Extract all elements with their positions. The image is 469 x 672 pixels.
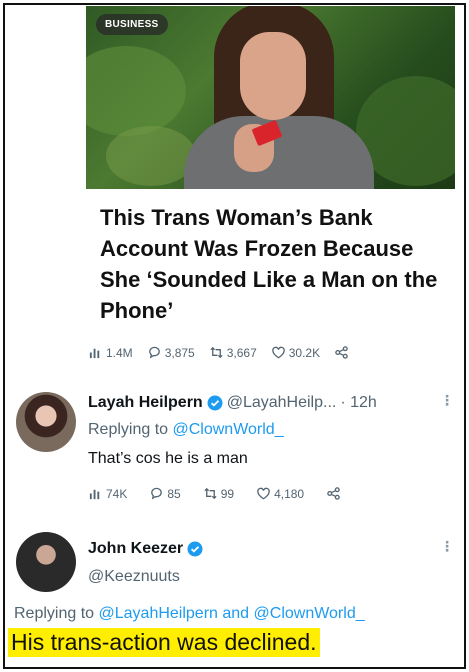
verified-badge-icon [187, 541, 203, 557]
mention-link[interactable]: @ClownWorld_ [173, 421, 284, 438]
display-name[interactable]: John Keezer [88, 540, 183, 558]
retweet-count: 3,667 [226, 345, 257, 360]
article-headline[interactable]: This Trans Woman’s Bank Account Was Froz… [100, 202, 450, 326]
timestamp[interactable]: · 12h [340, 394, 376, 412]
share-button[interactable] [326, 486, 341, 501]
mention-link[interactable]: @ClownWorld_ [254, 605, 365, 622]
foliage-shape [86, 46, 186, 136]
views-icon [89, 489, 100, 500]
retweet-count: 99 [220, 486, 235, 501]
replying-and: and [217, 605, 254, 622]
reply-count: 85 [167, 486, 181, 501]
article-stats-bar: 1.4M 3,875 3,667 30.2K [88, 345, 349, 360]
reply-button[interactable]: 85 [149, 486, 181, 501]
tweet-text: His trans-action was declined. [8, 628, 320, 657]
like-button[interactable]: 30.2K [271, 345, 320, 360]
mention-link[interactable]: @LayahHeilpern [99, 605, 218, 622]
user-handle[interactable]: @Keeznuuts [88, 568, 180, 586]
tweet-text: That’s cos he is a man [88, 450, 248, 467]
views-count: 1.4M [106, 345, 133, 360]
display-name[interactable]: Layah Heilpern [88, 394, 203, 412]
more-options-icon[interactable]: ⋮ [440, 538, 454, 555]
views-stat[interactable]: 74K [88, 486, 127, 501]
heart-icon [257, 487, 270, 500]
foliage-shape [106, 126, 196, 186]
reply-icon [148, 346, 160, 359]
views-count: 74K [106, 486, 128, 501]
like-button[interactable]: 4,180 [256, 486, 304, 501]
share-icon [327, 487, 340, 500]
article-image[interactable]: BUSINESS [86, 6, 455, 189]
reply-count: 3,875 [164, 345, 195, 360]
replying-to-line: Replying to @LayahHeilpern and @ClownWor… [14, 605, 365, 623]
user-handle[interactable]: @LayahHeilp... [227, 394, 337, 412]
replying-to-line: Replying to @ClownWorld_ [88, 421, 284, 439]
more-options-icon[interactable]: ⋮ [440, 392, 454, 409]
share-icon [335, 346, 348, 359]
reply-icon [151, 487, 163, 500]
replying-prefix: Replying to [88, 421, 173, 438]
replying-prefix: Replying to [14, 605, 99, 622]
retweet-icon [210, 346, 223, 359]
article-photo-person [184, 6, 374, 189]
avatar-layah[interactable] [16, 392, 76, 452]
avatar-john[interactable] [16, 532, 76, 592]
views-icon [89, 348, 100, 359]
reply2-header: John Keezer [88, 540, 203, 558]
reply1-stats-bar: 74K 85 99 4,180 [88, 486, 363, 501]
retweet-icon [204, 487, 217, 500]
views-stat[interactable]: 1.4M [88, 345, 133, 360]
verified-badge-icon [207, 395, 223, 411]
like-count: 4,180 [274, 486, 305, 501]
reply-button[interactable]: 3,875 [147, 345, 195, 360]
category-badge: BUSINESS [96, 14, 168, 35]
share-button[interactable] [334, 345, 349, 360]
retweet-button[interactable]: 99 [203, 486, 234, 501]
retweet-button[interactable]: 3,667 [209, 345, 257, 360]
reply1-header: Layah Heilpern @LayahHeilp... · 12h [88, 394, 377, 412]
heart-icon [271, 346, 285, 359]
like-count: 30.2K [288, 345, 321, 360]
